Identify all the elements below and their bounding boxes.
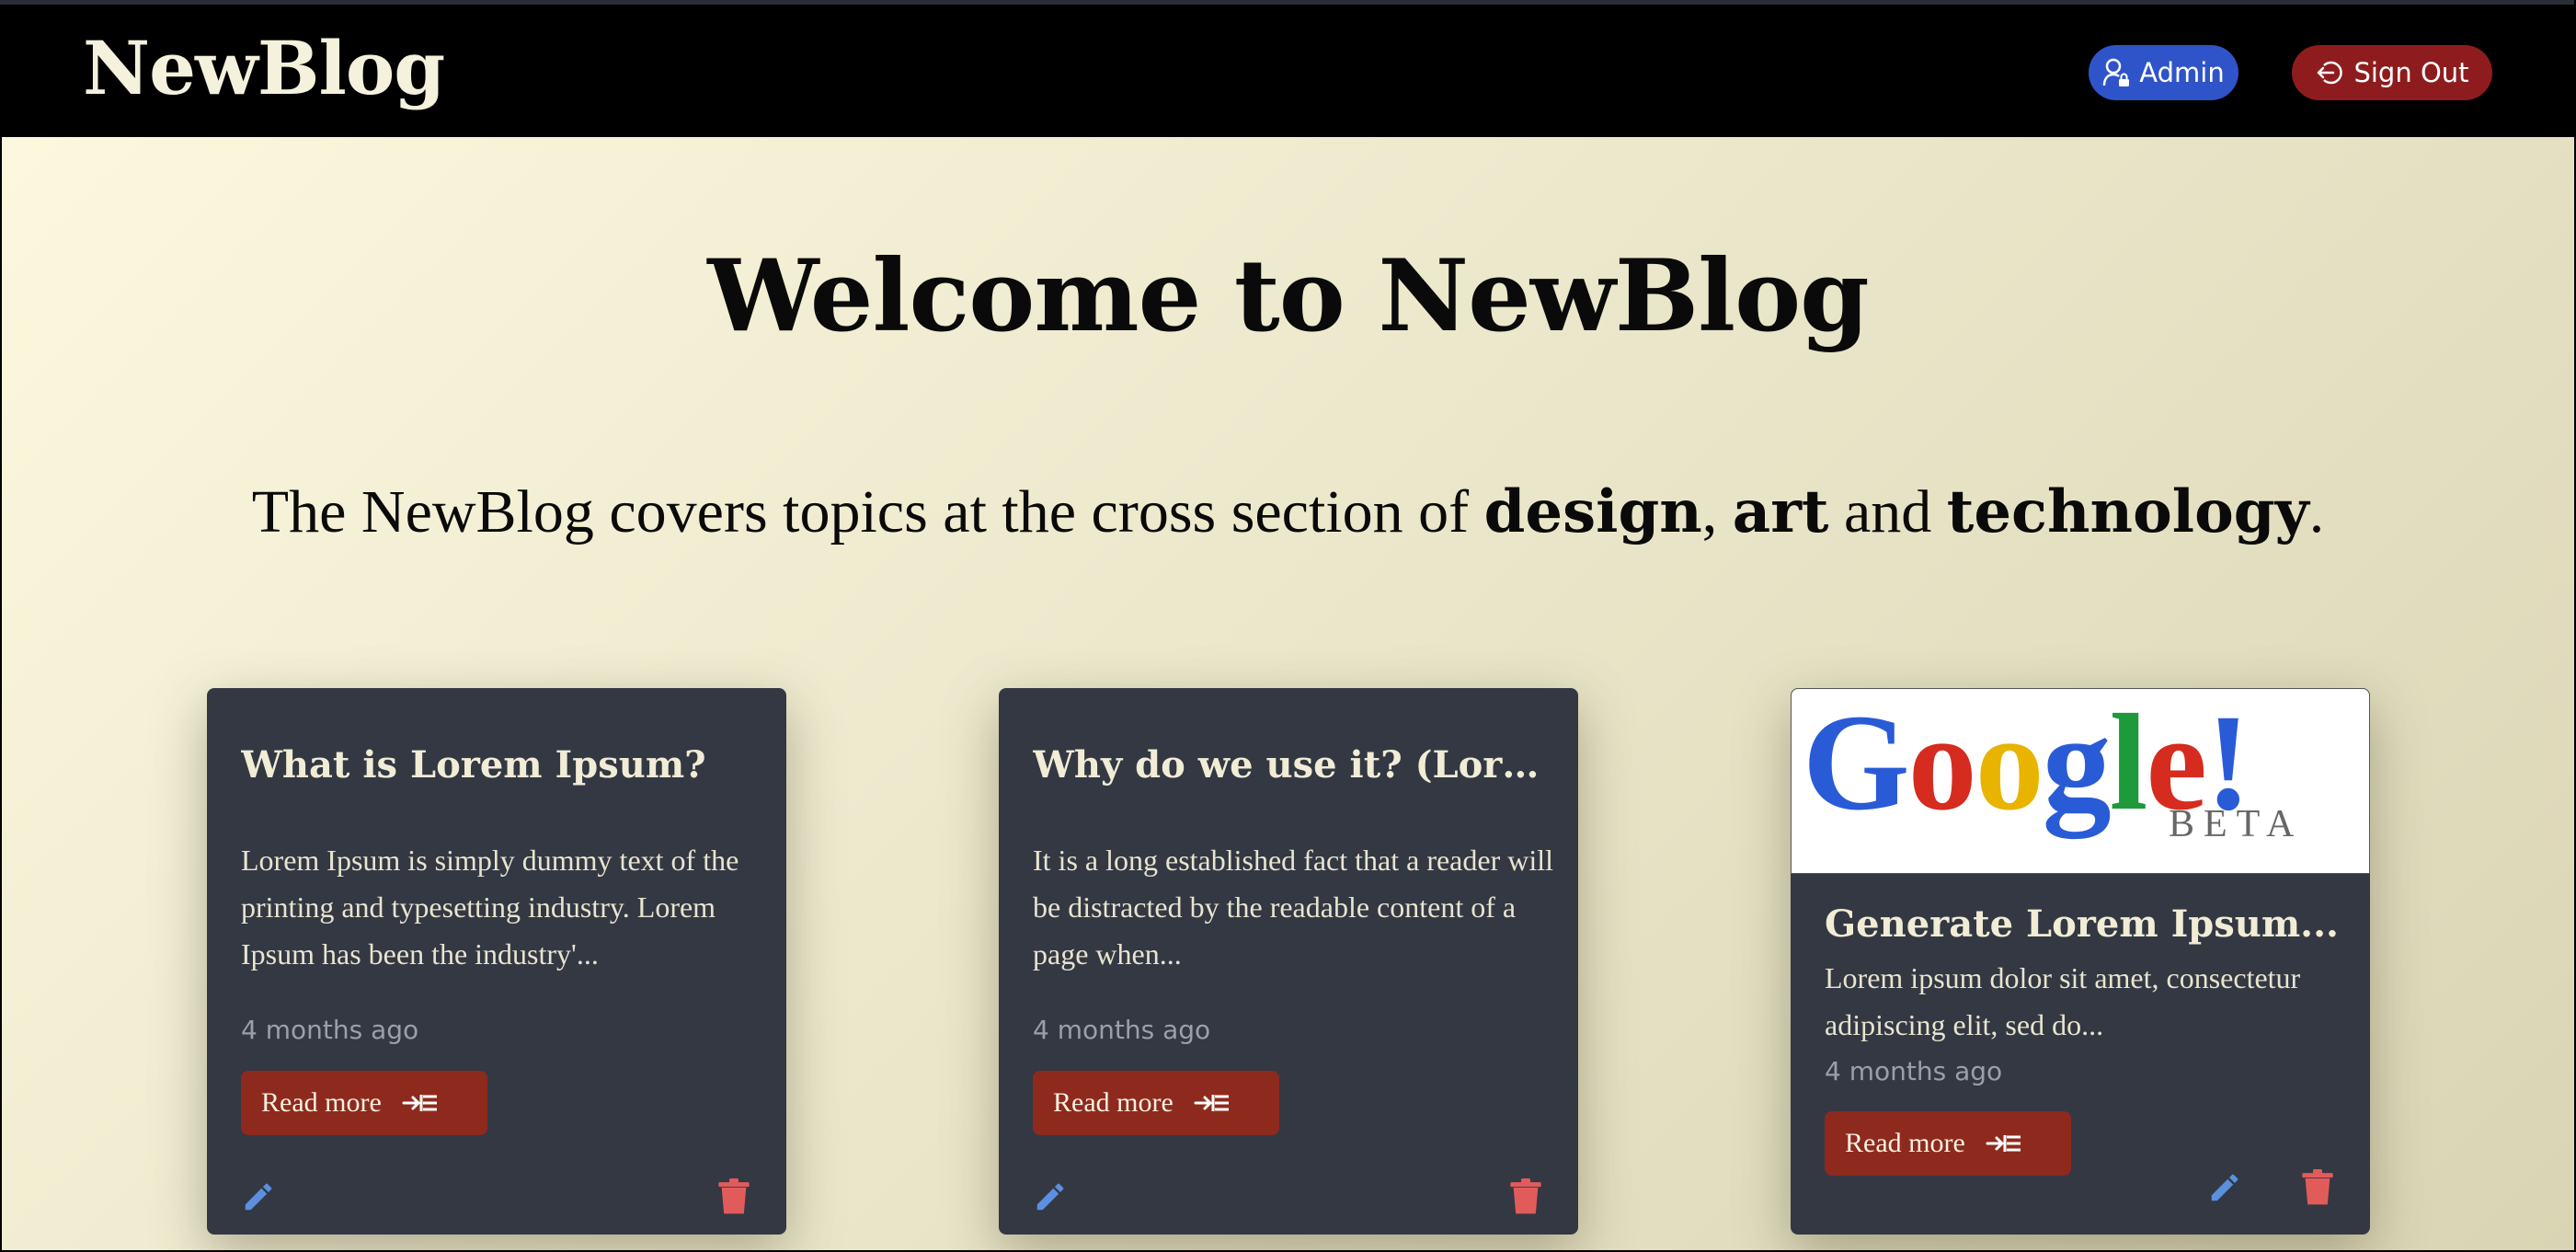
post-card: Why do we use it? (Lore... It is a long … — [999, 688, 1578, 1235]
sign-out-button[interactable]: Sign Out — [2292, 45, 2492, 100]
read-more-button[interactable]: Read more — [1033, 1071, 1279, 1135]
hero-subtitle-prefix: The NewBlog covers topics at the cross s… — [251, 478, 1484, 546]
post-date: 4 months ago — [1033, 1015, 1211, 1045]
topic-art: art — [1732, 477, 1829, 546]
delete-post-button[interactable] — [1506, 1177, 1546, 1217]
arrow-list-icon — [1986, 1133, 2022, 1154]
sign-out-icon — [2318, 61, 2343, 85]
arrow-list-icon — [1194, 1093, 1231, 1113]
trash-icon — [2302, 1169, 2333, 1205]
main-content: Welcome to NewBlog The NewBlog covers to… — [2, 137, 2574, 1250]
admin-label: Admin — [2139, 57, 2225, 88]
pencil-icon — [245, 1183, 272, 1211]
arrow-list-icon — [402, 1093, 439, 1113]
delete-post-button[interactable] — [714, 1177, 754, 1217]
hero-suffix: . — [2308, 478, 2325, 546]
read-more-label: Read more — [1845, 1128, 1965, 1158]
trash-icon — [1510, 1178, 1541, 1214]
hero-subtitle: The NewBlog covers topics at the cross s… — [2, 477, 2574, 547]
pencil-icon — [2211, 1174, 2238, 1201]
post-card: What is Lorem Ipsum? Lorem Ipsum is simp… — [207, 688, 786, 1235]
navbar: NewBlog Admin Sign Out — [0, 5, 2576, 137]
post-excerpt: Lorem Ipsum is simply dummy text of the … — [241, 844, 739, 971]
sign-out-label: Sign Out — [2353, 57, 2469, 88]
post-excerpt: It is a long established fact that a rea… — [1033, 844, 1554, 971]
trash-icon — [718, 1178, 750, 1214]
post-date: 4 months ago — [1825, 1056, 2003, 1086]
user-lock-icon — [2103, 58, 2130, 86]
read-more-label: Read more — [261, 1087, 382, 1118]
read-more-label: Read more — [1053, 1087, 1174, 1118]
google-beta-logo: Google! BETA — [1803, 688, 2303, 845]
pencil-icon — [1036, 1183, 1064, 1211]
post-card: Google! BETA Generate Lorem Ipsum... Lor… — [1791, 688, 2370, 1235]
read-more-button[interactable]: Read more — [1825, 1111, 2071, 1176]
hero-sep-2: and — [1828, 478, 1947, 546]
hero-sep-1: , — [1701, 478, 1733, 546]
read-more-button[interactable]: Read more — [241, 1071, 487, 1135]
admin-button[interactable]: Admin — [2089, 45, 2238, 100]
page-title: Welcome to NewBlog — [707, 238, 1869, 354]
post-title[interactable]: What is Lorem Ipsum? — [241, 743, 761, 787]
edit-post-button[interactable] — [2204, 1167, 2245, 1208]
svg-text:BETA: BETA — [2169, 803, 2303, 845]
post-excerpt: Lorem ipsum dolor sit amet, consectetur … — [1825, 961, 2301, 1041]
brand-logo[interactable]: NewBlog — [83, 25, 445, 111]
edit-post-button[interactable] — [1030, 1177, 1070, 1217]
post-date: 4 months ago — [241, 1015, 419, 1045]
post-image[interactable]: Google! BETA — [1791, 688, 2370, 874]
edit-post-button[interactable] — [238, 1177, 279, 1217]
delete-post-button[interactable] — [2297, 1167, 2338, 1208]
post-title[interactable]: Why do we use it? (Lore... — [1033, 743, 1553, 787]
topic-design: design — [1483, 477, 1702, 546]
post-title[interactable]: Generate Lorem Ipsum... — [1825, 902, 2345, 946]
topic-technology: technology — [1946, 477, 2309, 546]
